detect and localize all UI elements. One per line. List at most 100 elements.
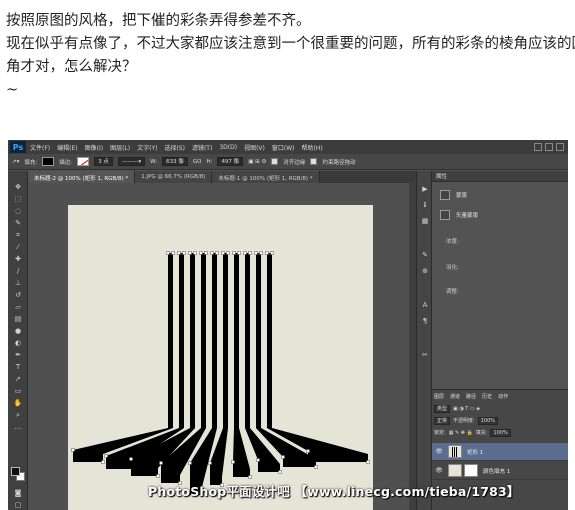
anchor-point[interactable] <box>254 251 258 255</box>
fill-input[interactable]: 100% <box>490 428 511 437</box>
type-tool-icon[interactable]: T <box>13 363 23 371</box>
anchor-point[interactable] <box>101 460 105 464</box>
marquee-tool-icon[interactable]: ⬚ <box>13 195 23 203</box>
crop-tool-icon[interactable]: ⌗ <box>13 231 23 239</box>
info-panel-icon[interactable]: ℹ <box>421 201 429 209</box>
clone-panel-icon[interactable]: ⊕ <box>421 267 429 275</box>
anchor-point[interactable] <box>193 251 197 255</box>
tab-channels[interactable]: 通道 <box>450 393 460 400</box>
quick-mask-icon[interactable]: ◙ <box>13 489 23 497</box>
eyedropper-tool-icon[interactable]: ⁄ <box>13 243 23 251</box>
maximize-icon[interactable] <box>545 143 553 151</box>
menu-help[interactable]: 帮助(H) <box>302 143 323 152</box>
stroke-size-input[interactable]: 3 点 <box>94 157 113 166</box>
path-selection-tool-icon[interactable]: ➚ <box>13 375 23 383</box>
menu-file[interactable]: 文件(F) <box>30 143 50 152</box>
menu-select[interactable]: 选择(S) <box>164 143 185 152</box>
swatches-panel-icon[interactable]: ▦ <box>421 217 429 225</box>
document-canvas[interactable] <box>68 205 373 510</box>
anchor-point[interactable] <box>231 460 235 464</box>
eye-icon[interactable]: 👁 <box>434 448 444 455</box>
quick-select-tool-icon[interactable]: ✎ <box>13 219 23 227</box>
stamp-tool-icon[interactable]: ⊥ <box>13 279 23 287</box>
menu-image[interactable]: 图像(I) <box>85 143 103 152</box>
brush-panel-icon[interactable]: ✎ <box>421 251 429 259</box>
anchor-point[interactable] <box>71 448 75 452</box>
path-ops-icon[interactable]: ▣ ⊞ ⚙ <box>248 159 266 165</box>
dodge-tool-icon[interactable]: ◐ <box>13 339 23 347</box>
anchor-point[interactable] <box>226 251 230 255</box>
anchor-point[interactable] <box>314 465 318 469</box>
menu-edit[interactable]: 编辑(E) <box>57 143 77 152</box>
screen-mode-icon[interactable]: ▢ <box>13 501 23 509</box>
tab-properties[interactable]: 属性 <box>436 172 447 180</box>
anchor-point[interactable] <box>204 251 208 255</box>
history-panel-icon[interactable]: ▶ <box>421 185 429 193</box>
stroke-type-dropdown[interactable]: ———▾ <box>117 157 146 166</box>
anchor-point[interactable] <box>156 474 160 478</box>
layer-kind-filter[interactable]: 类型 <box>434 404 451 413</box>
anchor-point[interactable] <box>188 461 192 465</box>
anchor-point[interactable] <box>208 461 212 465</box>
gradient-tool-icon[interactable]: ▤ <box>13 315 23 323</box>
eraser-tool-icon[interactable]: ▱ <box>13 303 23 311</box>
menu-type[interactable]: 文字(Y) <box>137 143 157 152</box>
menu-window[interactable]: 窗口(W) <box>272 143 295 152</box>
vector-mask-row[interactable]: 矢量蒙版 <box>432 205 568 225</box>
hand-tool-icon[interactable]: ✋ <box>13 399 23 407</box>
menu-layer[interactable]: 图层(L) <box>110 143 130 152</box>
anchor-point[interactable] <box>171 251 175 255</box>
anchor-point[interactable] <box>278 470 282 474</box>
move-tool-icon[interactable]: ✥ <box>13 183 23 191</box>
anchor-point[interactable] <box>159 461 163 465</box>
anchor-point[interactable] <box>243 251 247 255</box>
tool-presets-icon[interactable]: ✂ <box>421 351 429 359</box>
anchor-point[interactable] <box>259 251 263 255</box>
paragraph-panel-icon[interactable]: ¶ <box>421 317 429 325</box>
more-tools-icon[interactable]: … <box>13 423 23 431</box>
anchor-point[interactable] <box>270 251 274 255</box>
anchor-point[interactable] <box>166 251 170 255</box>
zoom-tool-icon[interactable]: ⌕ <box>13 411 23 419</box>
lasso-tool-icon[interactable]: ◌ <box>13 207 23 215</box>
shape-tool-icon[interactable]: ▭ <box>13 387 23 395</box>
mask-row[interactable]: 蒙版 <box>432 185 568 205</box>
minimize-icon[interactable] <box>534 143 542 151</box>
close-icon[interactable] <box>556 143 564 151</box>
anchor-point[interactable] <box>199 251 203 255</box>
vertical-scrollbar[interactable] <box>409 183 416 510</box>
anchor-point[interactable] <box>265 251 269 255</box>
blend-mode-dropdown[interactable]: 正常 <box>434 416 451 425</box>
tab-paths[interactable]: 路径 <box>466 393 476 400</box>
anchor-point[interactable] <box>221 251 225 255</box>
lock-icons[interactable]: ▦ ✎ ✥ 🔒 <box>449 430 473 436</box>
filter-icons[interactable]: ▣ ◑ T ▭ ◈ <box>453 406 480 412</box>
anchor-point[interactable] <box>232 251 236 255</box>
healing-tool-icon[interactable]: ✚ <box>13 255 23 263</box>
color-swatches[interactable] <box>11 467 25 481</box>
anchor-point[interactable] <box>248 251 252 255</box>
layer-row-rectangle[interactable]: 👁 矩形 1 <box>432 443 568 461</box>
eye-icon[interactable]: 👁 <box>434 467 444 474</box>
anchor-point[interactable] <box>210 251 214 255</box>
blur-tool-icon[interactable]: ● <box>13 327 23 335</box>
align-edges-checkbox[interactable] <box>271 158 279 165</box>
anchor-point[interactable] <box>366 460 370 464</box>
anchor-point[interactable] <box>104 454 108 458</box>
history-brush-tool-icon[interactable]: ↺ <box>13 291 23 299</box>
anchor-point[interactable] <box>177 251 181 255</box>
foreground-color-swatch[interactable] <box>11 467 20 476</box>
anchor-point[interactable] <box>188 251 192 255</box>
anchor-point[interactable] <box>182 251 186 255</box>
stroke-swatch[interactable] <box>77 157 90 166</box>
tab-document-jpg[interactable]: 1.JPG @ 66.7% (RGB/8) <box>135 171 213 183</box>
width-input[interactable]: 633 像 <box>162 157 188 166</box>
path-select-tool-icon[interactable]: ➚▾ <box>12 159 19 165</box>
link-dimensions-button[interactable]: GO <box>193 159 202 165</box>
anchor-point[interactable] <box>248 475 252 479</box>
tab-actions[interactable]: 动作 <box>498 393 508 400</box>
tab-document-2[interactable]: 未标题-2 @ 100% (矩形 1, RGB/8) * <box>28 171 136 183</box>
tab-layers[interactable]: 图层 <box>434 393 444 400</box>
anchor-point[interactable] <box>306 449 310 453</box>
anchor-point[interactable] <box>129 457 133 461</box>
